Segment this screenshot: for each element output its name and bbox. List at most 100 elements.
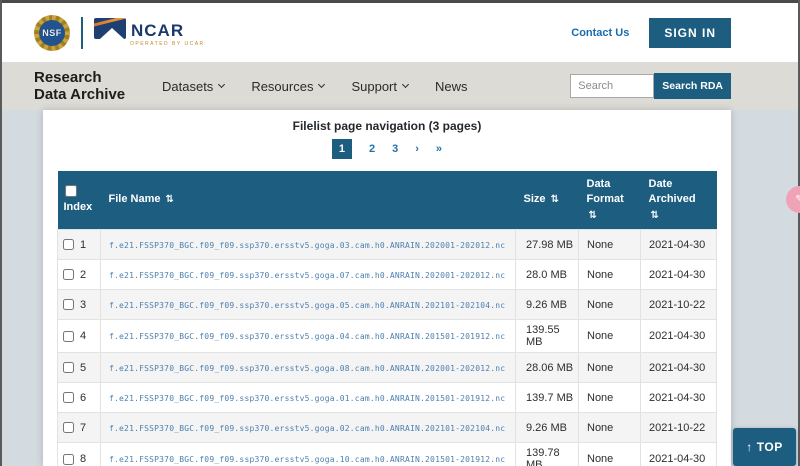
search-rda-button[interactable]: Search RDA bbox=[654, 73, 731, 99]
nav-item-datasets[interactable]: Datasets bbox=[162, 79, 224, 94]
file-name-cell: f.e21.FSSP370_BGC.f09_f09.ssp370.ersstv5… bbox=[101, 230, 516, 260]
row-checkbox[interactable] bbox=[63, 239, 74, 250]
file-link[interactable]: f.e21.FSSP370_BGC.f09_f09.ssp370.ersstv5… bbox=[109, 301, 505, 310]
column-header-file-name: File Name ⇅ bbox=[101, 171, 516, 230]
row-checkbox[interactable] bbox=[63, 299, 74, 310]
page-last-button[interactable]: » bbox=[436, 143, 442, 155]
date-archived-cell: 2021-04-30 bbox=[641, 320, 717, 353]
chevron-down-icon bbox=[218, 81, 225, 88]
page-button-2[interactable]: 2 bbox=[369, 143, 375, 155]
index-cell: 7 bbox=[58, 413, 101, 443]
arrow-up-icon: ↑ bbox=[746, 440, 753, 454]
size-cell: 9.26 MB bbox=[516, 290, 579, 320]
date-archived-cell: 2021-10-22 bbox=[641, 413, 717, 443]
index-cell: 3 bbox=[58, 290, 101, 320]
ncar-tagline: OPERATED BY UCAR bbox=[94, 41, 205, 47]
table-row: 7 f.e21.FSSP370_BGC.f09_f09.ssp370.ersst… bbox=[58, 413, 717, 443]
index-cell: 2 bbox=[58, 260, 101, 290]
index-cell: 8 bbox=[58, 443, 101, 466]
date-archived-cell: 2021-04-30 bbox=[641, 353, 717, 383]
site-search: Search RDA bbox=[570, 73, 731, 99]
table-row: 8 f.e21.FSSP370_BGC.f09_f09.ssp370.ersst… bbox=[58, 443, 717, 466]
table-row: 1 f.e21.FSSP370_BGC.f09_f09.ssp370.ersst… bbox=[58, 230, 717, 260]
site-header: NSF NCAR OPERATED BY UCAR Contact Us SIG… bbox=[0, 3, 800, 62]
table-row: 4 f.e21.FSSP370_BGC.f09_f09.ssp370.ersst… bbox=[58, 320, 717, 353]
nav-item-resources[interactable]: Resources bbox=[251, 79, 324, 94]
file-name-cell: f.e21.FSSP370_BGC.f09_f09.ssp370.ersstv5… bbox=[101, 353, 516, 383]
data-format-cell: None bbox=[579, 260, 641, 290]
sort-icon[interactable]: ⇅ bbox=[589, 210, 597, 221]
index-cell: 4 bbox=[58, 320, 101, 353]
sort-icon[interactable]: ⇅ bbox=[551, 194, 559, 205]
row-checkbox[interactable] bbox=[63, 392, 74, 403]
size-cell: 28.0 MB bbox=[516, 260, 579, 290]
page-next-button[interactable]: › bbox=[415, 143, 419, 155]
back-to-top-label: TOP bbox=[757, 440, 783, 454]
ncar-mark-icon bbox=[94, 18, 126, 39]
size-cell: 139.78 MB bbox=[516, 443, 579, 466]
table-row: 3 f.e21.FSSP370_BGC.f09_f09.ssp370.ersst… bbox=[58, 290, 717, 320]
file-link[interactable]: f.e21.FSSP370_BGC.f09_f09.ssp370.ersstv5… bbox=[109, 424, 505, 433]
sort-icon[interactable]: ⇅ bbox=[166, 194, 174, 205]
nav-item-news[interactable]: News bbox=[435, 79, 468, 94]
table-row: 5 f.e21.FSSP370_BGC.f09_f09.ssp370.ersst… bbox=[58, 353, 717, 383]
file-link[interactable]: f.e21.FSSP370_BGC.f09_f09.ssp370.ersstv5… bbox=[109, 394, 505, 403]
file-name-cell: f.e21.FSSP370_BGC.f09_f09.ssp370.ersstv5… bbox=[101, 413, 516, 443]
column-header-date-archived: Date Archived ⇅ bbox=[641, 171, 717, 230]
file-link[interactable]: f.e21.FSSP370_BGC.f09_f09.ssp370.ersstv5… bbox=[109, 364, 505, 373]
file-link[interactable]: f.e21.FSSP370_BGC.f09_f09.ssp370.ersstv5… bbox=[109, 332, 505, 341]
contact-us-link[interactable]: Contact Us bbox=[571, 27, 629, 39]
filelist-table: Index File Name ⇅ Size ⇅ Data Format ⇅ bbox=[57, 171, 717, 466]
column-header-data-format: Data Format ⇅ bbox=[579, 171, 641, 230]
data-format-cell: None bbox=[579, 290, 641, 320]
nsf-logo-globe: NSF bbox=[39, 20, 65, 46]
file-name-cell: f.e21.FSSP370_BGC.f09_f09.ssp370.ersstv5… bbox=[101, 383, 516, 413]
file-link[interactable]: f.e21.FSSP370_BGC.f09_f09.ssp370.ersstv5… bbox=[109, 455, 505, 464]
table-header-row: Index File Name ⇅ Size ⇅ Data Format ⇅ bbox=[58, 171, 717, 230]
sign-in-button[interactable]: SIGN IN bbox=[649, 18, 731, 48]
row-checkbox[interactable] bbox=[63, 362, 74, 373]
row-checkbox[interactable] bbox=[63, 422, 74, 433]
logo-divider bbox=[81, 17, 83, 49]
row-checkbox[interactable] bbox=[63, 331, 74, 342]
select-all-checkbox[interactable] bbox=[65, 185, 77, 197]
nav-menu: Datasets Resources Support News bbox=[162, 79, 468, 94]
pagination-title: Filelist page navigation (3 pages) bbox=[43, 119, 731, 133]
back-to-top-button[interactable]: ↑ TOP bbox=[733, 428, 796, 466]
main-area: Filelist page navigation (3 pages) 1 2 3… bbox=[0, 110, 800, 466]
page-button-3[interactable]: 3 bbox=[392, 143, 398, 155]
table-row: 2 f.e21.FSSP370_BGC.f09_f09.ssp370.ersst… bbox=[58, 260, 717, 290]
navbar: Research Data Archive Datasets Resources… bbox=[0, 62, 800, 110]
data-format-cell: None bbox=[579, 413, 641, 443]
data-format-cell: None bbox=[579, 320, 641, 353]
size-cell: 139.55 MB bbox=[516, 320, 579, 353]
row-checkbox[interactable] bbox=[63, 454, 74, 465]
file-link[interactable]: f.e21.FSSP370_BGC.f09_f09.ssp370.ersstv5… bbox=[109, 241, 505, 250]
nav-item-support[interactable]: Support bbox=[351, 79, 408, 94]
data-format-cell: None bbox=[579, 353, 641, 383]
data-format-cell: None bbox=[579, 443, 641, 466]
chevron-down-icon bbox=[318, 81, 325, 88]
header-actions: Contact Us SIGN IN bbox=[571, 18, 731, 48]
file-name-cell: f.e21.FSSP370_BGC.f09_f09.ssp370.ersstv5… bbox=[101, 260, 516, 290]
sort-icon[interactable]: ⇅ bbox=[651, 210, 659, 221]
site-title: Research Data Archive bbox=[34, 69, 162, 104]
data-format-cell: None bbox=[579, 230, 641, 260]
file-name-cell: f.e21.FSSP370_BGC.f09_f09.ssp370.ersstv5… bbox=[101, 320, 516, 353]
nsf-logo: NSF bbox=[34, 15, 70, 51]
size-cell: 9.26 MB bbox=[516, 413, 579, 443]
date-archived-cell: 2021-04-30 bbox=[641, 260, 717, 290]
search-input[interactable] bbox=[570, 74, 654, 98]
column-header-index: Index bbox=[58, 171, 101, 230]
date-archived-cell: 2021-04-30 bbox=[641, 230, 717, 260]
file-link[interactable]: f.e21.FSSP370_BGC.f09_f09.ssp370.ersstv5… bbox=[109, 271, 505, 280]
data-format-cell: None bbox=[579, 383, 641, 413]
size-cell: 28.06 MB bbox=[516, 353, 579, 383]
size-cell: 139.7 MB bbox=[516, 383, 579, 413]
row-checkbox[interactable] bbox=[63, 269, 74, 280]
column-header-size: Size ⇅ bbox=[516, 171, 579, 230]
chevron-down-icon bbox=[402, 81, 409, 88]
logo-group: NSF NCAR OPERATED BY UCAR bbox=[34, 15, 205, 51]
page-button-1-current[interactable]: 1 bbox=[332, 139, 352, 159]
ncar-logo-text: NCAR bbox=[131, 22, 184, 39]
